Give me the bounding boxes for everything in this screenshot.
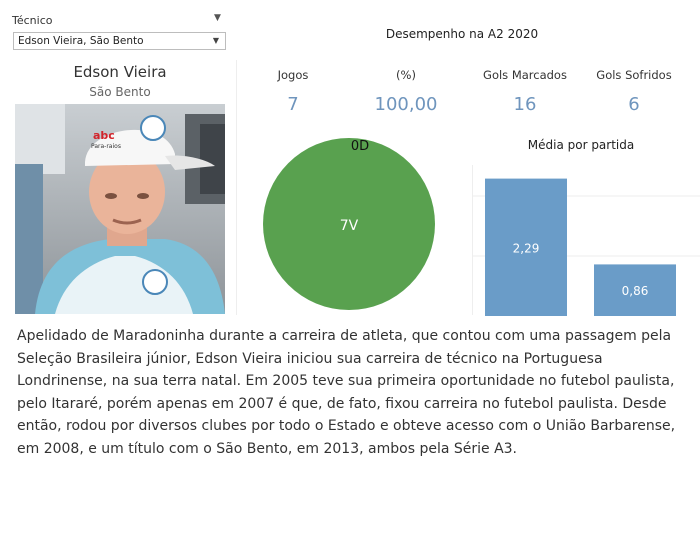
bar-value-label: 2,29 [513, 241, 540, 255]
kpi-jogos-value: 7 [287, 94, 299, 115]
coach-name: Edson Vieira [73, 63, 167, 81]
bar-value-label: 0,86 [622, 284, 649, 298]
coach-club: São Bento [89, 85, 151, 99]
coach-select-dropdown[interactable]: Edson Vieira, São Bento ▼ [13, 32, 226, 50]
divider [236, 60, 237, 315]
dashboard-title: Desempenho na A2 2020 [385, 27, 539, 41]
cap-logo-text: abc [93, 129, 115, 142]
filter-menu-icon[interactable]: ▼ [214, 13, 221, 23]
kpi-jogos-label: Jogos [277, 68, 309, 82]
average-bar-chart[interactable]: 2,29 0,86 [473, 160, 700, 320]
results-pie-chart[interactable]: 7V 0D [262, 135, 436, 311]
kpi-pct-label: (%) [396, 68, 416, 82]
coach-select-value: Edson Vieira, São Bento [18, 35, 144, 47]
coach-photo: abc Para-raios [15, 104, 225, 314]
cap-logo-subtext: Para-raios [91, 143, 121, 150]
kpi-gols-sofridos-value: 6 [628, 94, 640, 115]
bar-chart-title: Média por partida [527, 138, 635, 152]
coach-biography: Apelidado de Maradoninha durante a carre… [17, 328, 676, 457]
filter-label: Técnico [12, 14, 53, 27]
pie-label-wins: 7V [340, 218, 359, 234]
kpi-pct-value: 100,00 [374, 94, 438, 115]
kpi-gols-sofridos-label: Gols Sofridos [596, 68, 672, 82]
kpi-gols-marcados-value: 16 [513, 94, 537, 115]
kpi-gols-marcados-label: Gols Marcados [483, 68, 567, 82]
pie-label-losses: 0D [351, 139, 369, 154]
chevron-down-icon: ▼ [212, 36, 219, 45]
